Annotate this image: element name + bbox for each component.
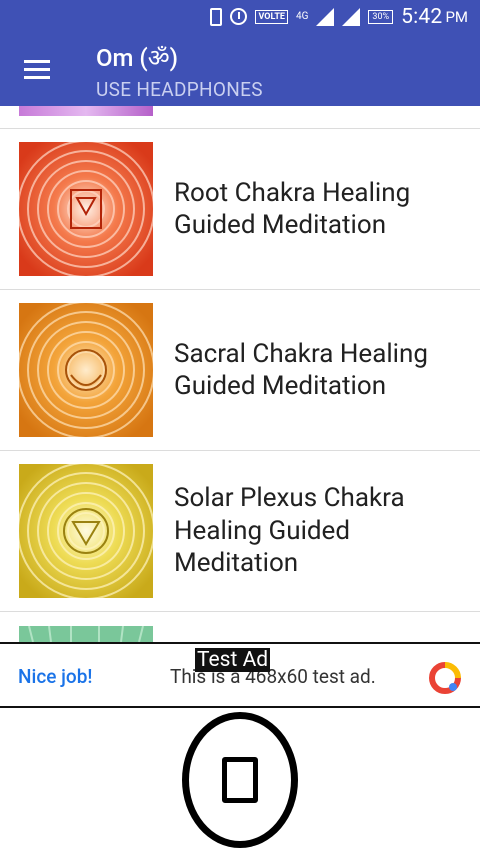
ad-banner[interactable]: Nice job! This is a 468x60 test ad. Test… — [0, 642, 480, 708]
google-ad-logo-icon[interactable] — [428, 661, 462, 695]
volte-badge: VOLTE — [255, 9, 288, 24]
list-item-root-chakra[interactable]: Root Chakra Healing Guided Meditation — [0, 129, 480, 289]
test-ad-label: Test Ad — [195, 648, 271, 672]
meditation-list[interactable]: Root Chakra Healing Guided Meditation Sa… — [0, 106, 480, 642]
root-chakra-title: Root Chakra Healing Guided Meditation — [174, 177, 411, 241]
alarm-icon — [230, 8, 248, 25]
signal-icon — [316, 7, 335, 26]
battery-icon: 30% — [368, 9, 394, 24]
clock-ampm: PM — [445, 7, 468, 26]
root-chakra-thumbnail — [19, 142, 153, 276]
app-title: Om (ॐ) — [96, 44, 178, 72]
solar-plexus-chakra-thumbnail — [19, 464, 153, 598]
home-icon — [222, 757, 258, 803]
signal-icon-2 — [342, 7, 361, 26]
next-item-thumbnail — [19, 626, 153, 642]
status-bar: VOLTE 4G 30% 5:42 PM — [0, 0, 480, 33]
clock-time: 5:42 — [401, 4, 443, 29]
navigation-area — [0, 708, 480, 853]
network-type: 4G — [295, 10, 309, 22]
ad-nice-job[interactable]: Nice job! — [18, 665, 92, 688]
list-item-solar-plexus-chakra[interactable]: Solar Plexus Chakra Healing Guided Medit… — [0, 451, 480, 611]
app-bar: Om (ॐ) USE HEADPHONES — [0, 33, 480, 106]
home-button[interactable] — [182, 712, 298, 848]
menu-icon[interactable] — [24, 60, 50, 80]
divider — [0, 611, 480, 612]
sacral-chakra-title: Sacral Chakra Healing Guided Meditation — [174, 338, 428, 402]
app-subtitle: USE HEADPHONES — [96, 78, 263, 101]
previous-item-thumbnail — [19, 106, 153, 116]
sacral-chakra-thumbnail — [19, 303, 153, 437]
list-item-sacral-chakra[interactable]: Sacral Chakra Healing Guided Meditation — [0, 290, 480, 450]
solar-plexus-chakra-title: Solar Plexus Chakra Healing Guided Medit… — [174, 483, 405, 579]
vibrate-icon — [210, 7, 223, 26]
